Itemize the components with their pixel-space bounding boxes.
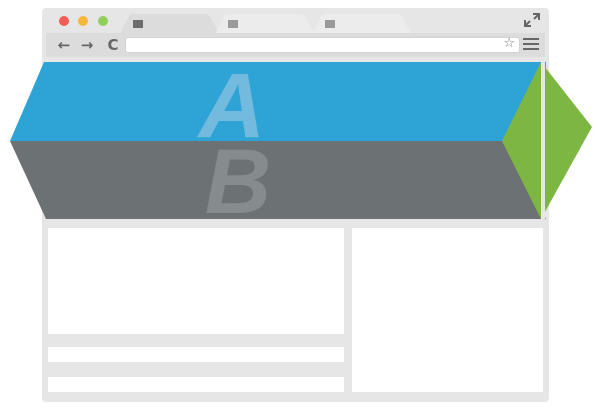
letter-b: B [205, 131, 271, 233]
frame-edge [541, 62, 545, 219]
content-row [48, 377, 344, 392]
top-band [10, 62, 546, 141]
main-content-pane [48, 228, 344, 334]
sidebar-pane [352, 228, 543, 392]
content-row [48, 347, 344, 362]
bottom-band [10, 141, 546, 219]
